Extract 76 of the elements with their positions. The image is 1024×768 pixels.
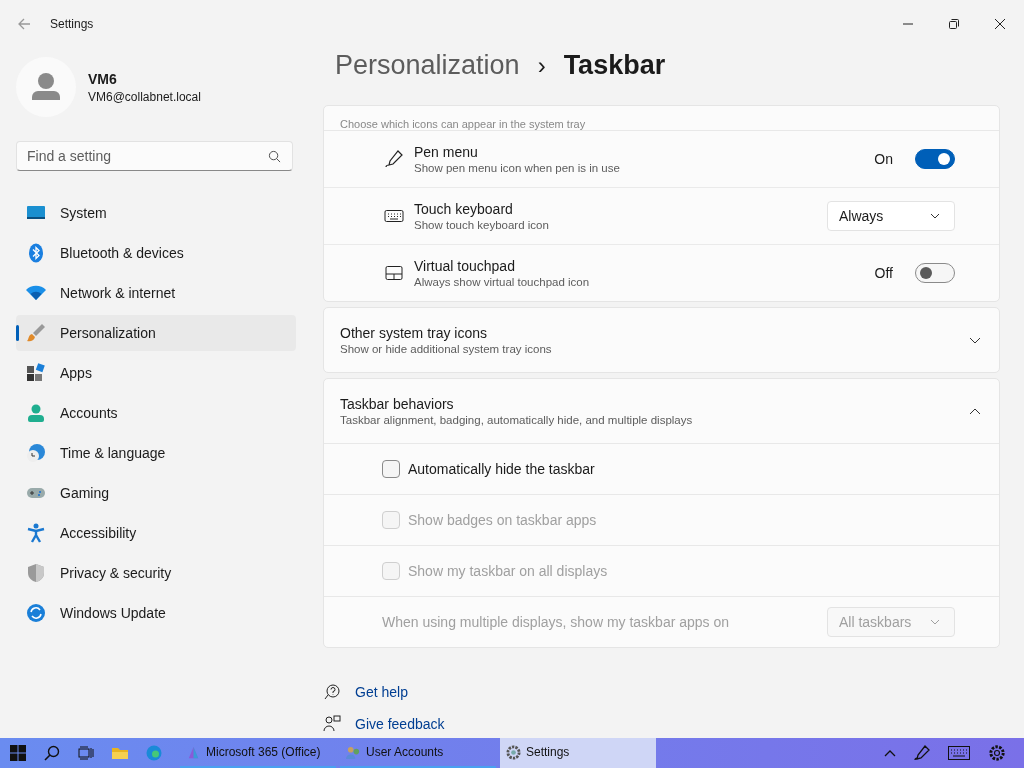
user-email: VM6@collabnet.local bbox=[88, 89, 201, 104]
sidebar-item[interactable]: Accessibility bbox=[16, 515, 296, 551]
sidebar-item[interactable]: Time & language bbox=[16, 435, 296, 471]
sidebar-item[interactable]: Personalization bbox=[16, 315, 296, 351]
chevron-down-icon bbox=[969, 336, 981, 344]
sidebar-item[interactable]: Windows Update bbox=[16, 595, 296, 631]
chevron-up-icon[interactable] bbox=[884, 749, 896, 757]
person-icon bbox=[26, 403, 46, 423]
toggle-switch[interactable] bbox=[915, 263, 955, 283]
expander-title: Other system tray icons bbox=[340, 325, 489, 341]
breadcrumb-separator: › bbox=[537, 52, 546, 80]
wifi-icon bbox=[26, 283, 46, 303]
help-icon bbox=[323, 683, 341, 701]
toggle-state: Off bbox=[874, 265, 893, 281]
section-caption: Choose which icons can appear in the system tray bbox=[340, 118, 586, 130]
taskbar-app[interactable]: Microsoft 365 (Office) bbox=[180, 738, 336, 768]
sidebar-item[interactable]: Privacy & security bbox=[16, 555, 296, 591]
toggle-state: On bbox=[874, 151, 893, 167]
chevron-up-icon bbox=[969, 407, 981, 415]
accessibility-icon bbox=[26, 523, 46, 543]
pen-icon bbox=[384, 149, 404, 169]
bluetooth-icon bbox=[26, 243, 46, 263]
user-name: VM6 bbox=[88, 70, 118, 87]
checkbox-label: Show badges on taskbar apps bbox=[408, 512, 597, 528]
sidebar-item[interactable]: Accounts bbox=[16, 395, 296, 431]
page-title: Taskbar bbox=[563, 50, 666, 81]
avatar-icon bbox=[16, 57, 76, 117]
chevron-down-icon bbox=[930, 213, 940, 219]
expander-description: Show or hide additional system tray icons bbox=[340, 343, 553, 355]
taskbar-app[interactable]: Settings bbox=[500, 738, 656, 768]
apps-icon bbox=[26, 363, 46, 383]
keyboard-icon[interactable] bbox=[948, 746, 970, 760]
expander-header[interactable]: Taskbar behaviors Taskbar alignment, badging, automatically hide, and multiple displays bbox=[324, 379, 999, 444]
settings-icon bbox=[506, 744, 521, 760]
window-title: Settings bbox=[50, 17, 94, 31]
shield-icon bbox=[26, 563, 46, 583]
setting-description: Show pen menu icon when pen is in use bbox=[414, 162, 621, 174]
checkbox-label: Show my taskbar on all displays bbox=[408, 563, 608, 579]
checkbox[interactable] bbox=[382, 460, 400, 478]
setting-title: Pen menu bbox=[414, 144, 479, 160]
feedback-icon bbox=[323, 715, 341, 733]
pen-icon[interactable] bbox=[914, 745, 930, 761]
checkbox-label: Automatically hide the taskbar bbox=[408, 461, 595, 477]
search-field[interactable]: Find a setting bbox=[16, 141, 293, 171]
setting-description: Always show virtual touchpad icon bbox=[414, 276, 591, 288]
search-icon[interactable] bbox=[44, 745, 60, 761]
users-icon bbox=[346, 744, 361, 760]
toggle-switch[interactable] bbox=[915, 149, 955, 169]
sidebar-item[interactable]: Network & internet bbox=[16, 275, 296, 311]
close-icon[interactable] bbox=[994, 18, 1006, 30]
setting-description: Show touch keyboard icon bbox=[414, 219, 550, 231]
sidebar-item[interactable]: System bbox=[16, 195, 296, 231]
settings-icon[interactable] bbox=[988, 744, 1006, 762]
sidebar-item[interactable]: Gaming bbox=[16, 475, 296, 511]
expander-description: Taskbar alignment, badging, automatically hide, and multiple displays bbox=[340, 414, 694, 426]
breadcrumb-parent[interactable]: Personalization bbox=[335, 50, 520, 81]
sidebar-item[interactable]: Bluetooth & devices bbox=[16, 235, 296, 271]
setting-label: When using multiple displays, show my taskbar apps on bbox=[382, 614, 731, 630]
setting-title: Touch keyboard bbox=[414, 201, 514, 217]
refresh-icon bbox=[26, 603, 46, 623]
maximize-icon[interactable] bbox=[948, 18, 960, 30]
brush-icon bbox=[26, 323, 46, 343]
touchpad-icon bbox=[384, 263, 404, 283]
help-link[interactable]: Get help bbox=[355, 684, 408, 700]
expander-title: Taskbar behaviors bbox=[340, 396, 455, 412]
taskbar-app[interactable]: User Accounts bbox=[340, 738, 496, 768]
back-icon[interactable] bbox=[16, 16, 32, 32]
dropdown[interactable]: Always bbox=[827, 201, 955, 231]
chevron-down-icon bbox=[930, 619, 940, 625]
search-icon[interactable] bbox=[268, 150, 281, 163]
feedback-link[interactable]: Give feedback bbox=[355, 716, 445, 732]
task-view-icon[interactable] bbox=[78, 745, 94, 761]
expander-card[interactable]: Other system tray icons Show or hide additional system tray icons bbox=[323, 307, 1000, 373]
office-icon bbox=[186, 744, 201, 760]
sidebar-item[interactable]: Apps bbox=[16, 355, 296, 391]
setting-title: Virtual touchpad bbox=[414, 258, 516, 274]
